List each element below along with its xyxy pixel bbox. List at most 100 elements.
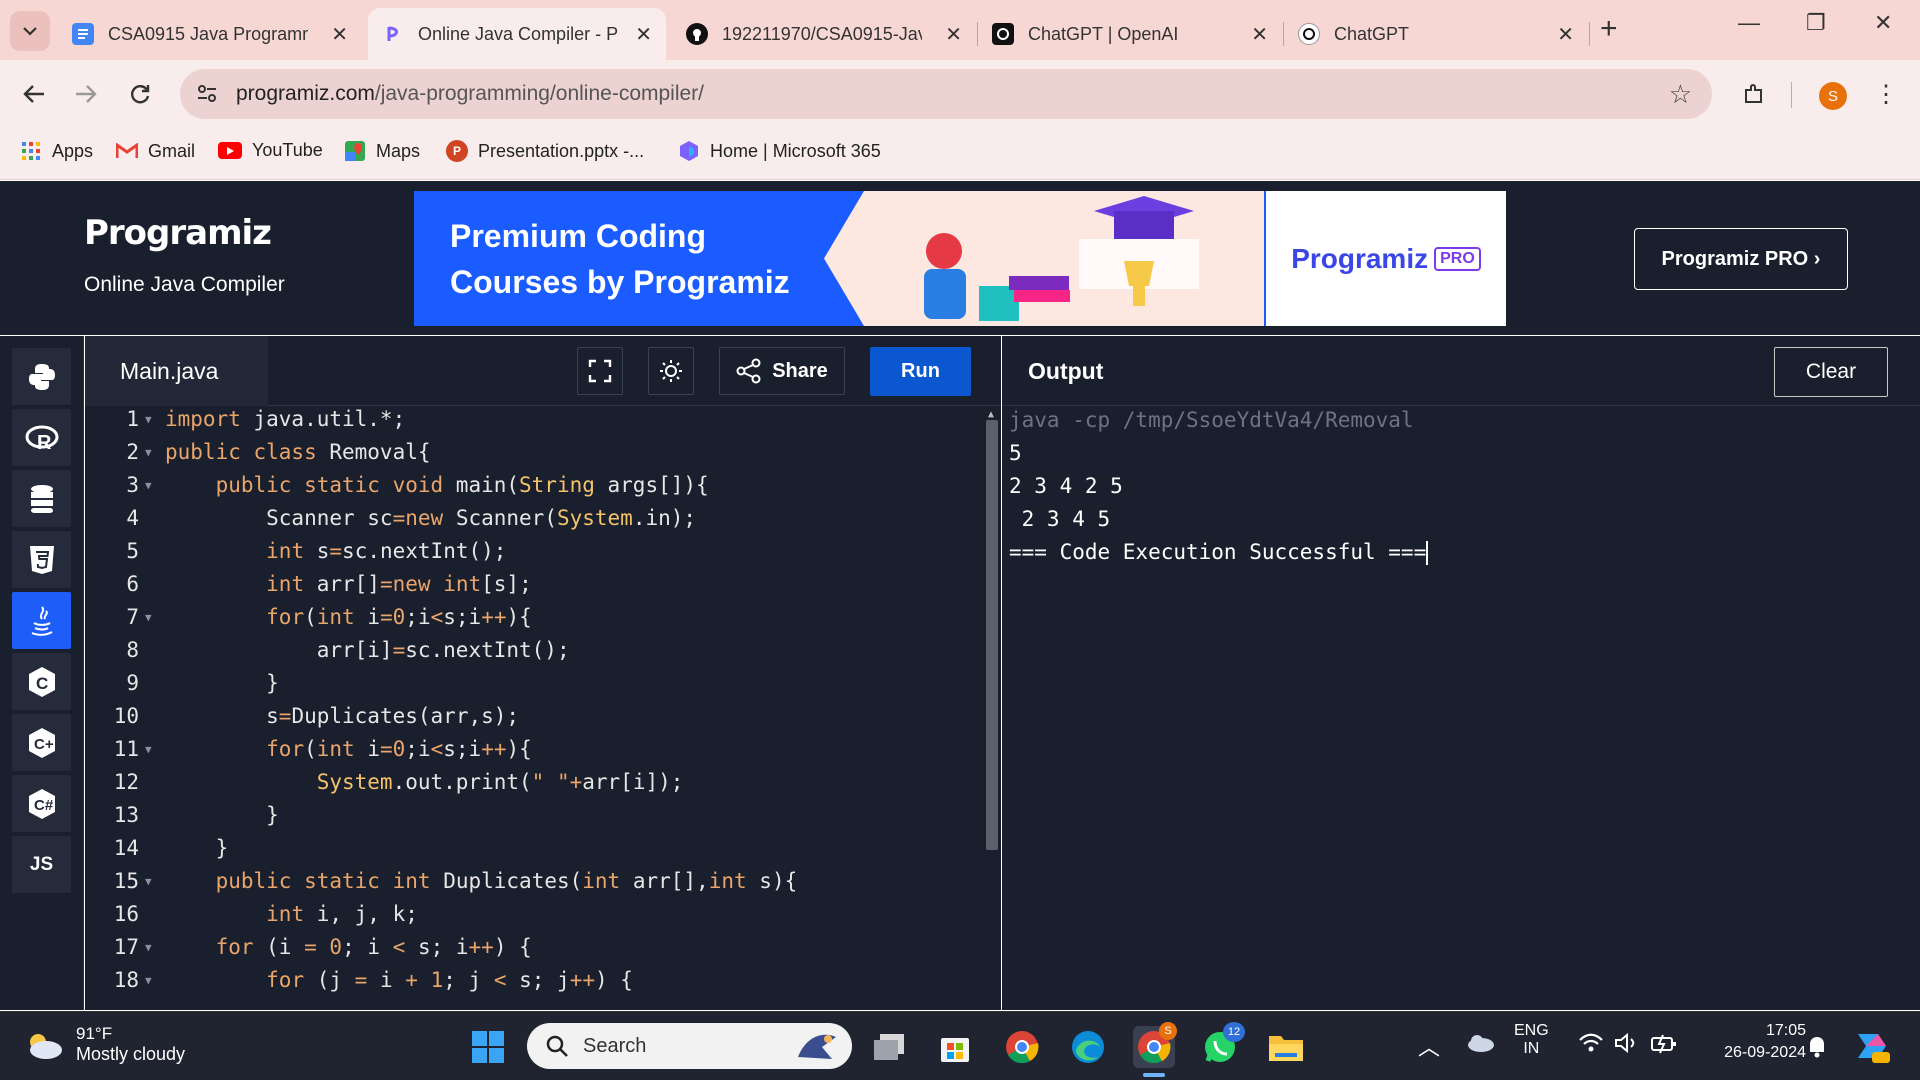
programiz-logo[interactable]: Programiz — [84, 213, 272, 253]
share-button[interactable]: Share — [719, 347, 845, 395]
url-text: programiz.com/java-programming/online-co… — [236, 82, 704, 106]
edge-button[interactable] — [1067, 1026, 1109, 1068]
start-button[interactable] — [467, 1026, 509, 1068]
chevron-up-icon: ︿ — [1418, 1035, 1441, 1060]
close-icon[interactable]: ✕ — [635, 22, 652, 47]
run-button[interactable]: Run — [870, 347, 971, 396]
bookmark-maps[interactable]: Maps — [344, 140, 420, 162]
tab-csa0915[interactable]: CSA0915 Java Programm ✕ — [58, 8, 362, 60]
minimize-button[interactable]: — — [1738, 10, 1760, 36]
profile-avatar[interactable]: S — [1819, 82, 1847, 110]
whatsapp-button[interactable]: 12 — [1199, 1022, 1245, 1068]
onedrive-icon[interactable] — [1465, 1032, 1495, 1059]
microsoft-store-button[interactable] — [934, 1026, 976, 1068]
code-line: 10 s=Duplicates(arr,s); — [113, 704, 520, 728]
banner-pro-badge: PRO — [1434, 246, 1481, 271]
bookmarks-bar: Apps Gmail YouTube Maps P Presentation.p… — [0, 128, 1920, 180]
programiz-pro-button[interactable]: Programiz PRO › — [1634, 228, 1848, 290]
region-code: IN — [1523, 1040, 1540, 1057]
tab-chatgpt[interactable]: ChatGPT ✕ — [1284, 8, 1588, 60]
sql-icon[interactable] — [12, 470, 71, 527]
fullscreen-button[interactable] — [577, 347, 623, 395]
javascript-icon[interactable]: JS — [12, 836, 71, 893]
address-bar[interactable]: programiz.com/java-programming/online-co… — [180, 69, 1712, 119]
c-icon[interactable]: C — [12, 653, 71, 710]
code-line: 1 ▼ import java.util.*; — [126, 407, 406, 431]
windows-icon — [472, 1031, 504, 1063]
notification-badge: 12 — [1223, 1022, 1245, 1042]
close-icon[interactable]: ✕ — [1251, 22, 1268, 47]
close-icon[interactable]: ✕ — [1557, 22, 1574, 47]
restore-button[interactable]: ❐ — [1806, 10, 1826, 36]
copilot-icon[interactable] — [1852, 1026, 1892, 1071]
reload-button[interactable] — [120, 74, 160, 114]
active-indicator — [1143, 1073, 1165, 1077]
notifications-bell-icon[interactable] — [1806, 1034, 1828, 1063]
code-line: 4 Scanner sc=new Scanner(System.in); — [126, 506, 697, 530]
close-icon[interactable]: ✕ — [331, 22, 348, 47]
bookmark-star-icon[interactable]: ☆ — [1669, 79, 1692, 110]
site-settings-icon[interactable] — [196, 82, 218, 109]
bookmark-apps[interactable]: Apps — [20, 140, 93, 162]
svg-text:C+: C+ — [34, 736, 54, 753]
task-view-button[interactable] — [868, 1026, 910, 1068]
forward-button[interactable] — [66, 74, 106, 114]
tab-github[interactable]: 192211970/CSA0915-Jav ✕ — [672, 8, 976, 60]
svg-text:C: C — [36, 674, 48, 693]
code-line: 2 ▼ public class Removal{ — [126, 440, 431, 464]
close-icon[interactable]: ✕ — [945, 22, 962, 47]
tab-chatgpt-openai[interactable]: ChatGPT | OpenAI ✕ — [978, 8, 1282, 60]
language-indicator[interactable]: ENG IN — [1514, 1022, 1549, 1058]
code-area[interactable]: 1 ▼ import java.util.*; 2 ▼ public class Rem… — [85, 407, 1001, 1010]
file-explorer-button[interactable] — [1265, 1026, 1307, 1068]
close-window-button[interactable]: ✕ — [1874, 10, 1892, 36]
weather-widget[interactable]: 91°F Mostly cloudy — [24, 1024, 185, 1065]
task-view-icon — [874, 1034, 904, 1060]
cpp-icon[interactable]: C+ — [12, 714, 71, 771]
wifi-icon[interactable] — [1578, 1032, 1604, 1059]
output-console[interactable]: java -cp /tmp/SsoeYdtVa4/Removal 5 2 3 4… — [1009, 408, 1429, 573]
theme-toggle-button[interactable] — [648, 347, 694, 395]
store-icon — [941, 1038, 969, 1062]
scroll-up-arrow[interactable]: ▲ — [988, 409, 994, 420]
tab-online-java-compiler[interactable]: Online Java Compiler - Pr ✕ — [368, 8, 666, 60]
output-line: 2 3 4 5 — [1009, 507, 1111, 531]
banner-brand-name: Programiz — [1291, 242, 1429, 274]
bookmark-youtube[interactable]: YouTube — [218, 140, 323, 161]
html-icon[interactable] — [12, 531, 71, 588]
bookmark-label: YouTube — [252, 140, 323, 160]
editor-scrollbar[interactable] — [986, 420, 998, 850]
battery-icon[interactable] — [1650, 1032, 1678, 1059]
r-icon[interactable]: R — [12, 409, 71, 466]
extensions-button[interactable] — [1734, 74, 1774, 114]
tab-title: Online Java Compiler - Pr — [418, 23, 618, 44]
back-button[interactable] — [14, 74, 54, 114]
output-line: 5 — [1009, 441, 1022, 465]
promo-banner[interactable]: Premium Coding Courses by Programiz Prog… — [414, 191, 1506, 326]
taskbar-search[interactable]: Search — [527, 1023, 852, 1069]
microsoft365-icon — [678, 140, 700, 162]
clock[interactable]: 17:05 26-09-2024 — [1700, 1022, 1806, 1062]
chrome-profile-button[interactable]: S — [1133, 1022, 1177, 1077]
tab-search-button[interactable] — [10, 11, 50, 51]
banner-illustration — [824, 191, 1264, 326]
bookmark-gmail[interactable]: Gmail — [116, 140, 195, 162]
java-icon[interactable] — [12, 592, 71, 649]
file-tab-main-java[interactable]: Main.java — [85, 336, 268, 406]
clear-button[interactable]: Clear — [1774, 347, 1888, 397]
csharp-icon[interactable]: C# — [12, 775, 71, 832]
show-hidden-icons-button[interactable]: ︿ — [1418, 1030, 1440, 1062]
bookmark-microsoft365[interactable]: Home | Microsoft 365 — [678, 140, 881, 162]
code-line: 18 ▼ for (j = i + 1; j < s; j++) { — [113, 968, 633, 992]
chrome-button[interactable] — [1001, 1026, 1043, 1068]
more-vert-icon: ⋮ — [1874, 80, 1898, 108]
new-tab-button[interactable]: + — [1600, 12, 1618, 46]
apps-grid-icon — [20, 140, 42, 162]
language-sidebar: R C C+ C# JS — [0, 336, 84, 1010]
volume-icon[interactable] — [1614, 1032, 1640, 1059]
bookmark-presentation[interactable]: P Presentation.pptx -... — [446, 140, 644, 162]
menu-button[interactable]: ⋮ — [1866, 74, 1906, 114]
output-panel: Output Clear java -cp /tmp/SsoeYdtVa4/Re… — [1002, 336, 1920, 1010]
python-icon[interactable] — [12, 348, 71, 405]
windows-taskbar: 91°F Mostly cloudy Search S 12 ︿ ENG IN — [0, 1011, 1920, 1080]
